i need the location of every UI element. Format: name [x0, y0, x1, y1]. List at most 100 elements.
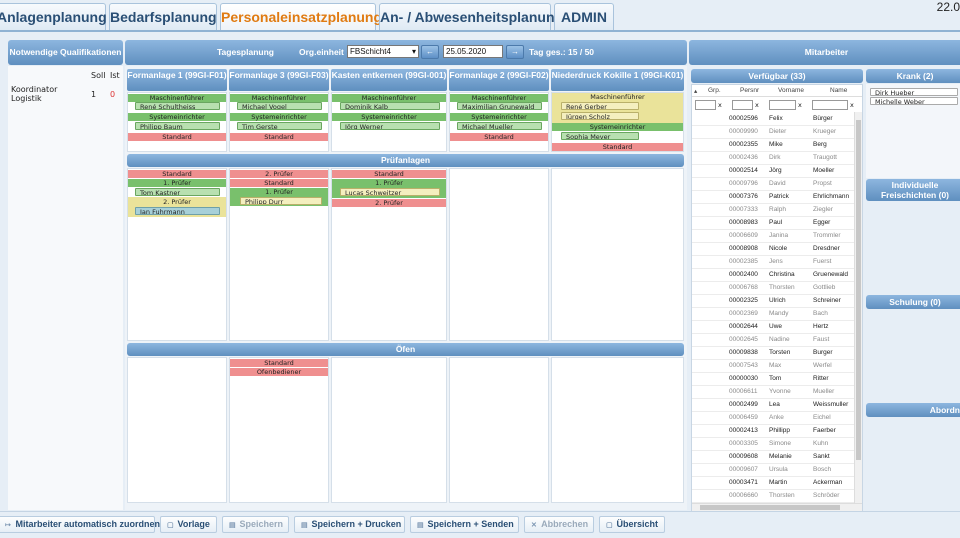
role-bar[interactable]: 1. Prüfer	[230, 188, 328, 196]
role-bar[interactable]: 2. Prüfer	[128, 198, 226, 206]
table-row[interactable]: 00006611 Yvonne Mueller	[692, 385, 854, 399]
role-bar[interactable]: Maschinenführer	[230, 94, 328, 102]
scrollbar-thumb[interactable]	[856, 120, 861, 460]
scrollbar-thumb[interactable]	[700, 505, 840, 510]
next-day-button[interactable]: →	[506, 45, 524, 59]
role-bar[interactable]: Systemeinrichter	[552, 123, 683, 131]
table-row[interactable]: 00009838 Torsten Burger	[692, 346, 854, 360]
table-row[interactable]: 00007543 Max Werfel	[692, 359, 854, 373]
employee-chip[interactable]: Maximilian Grunewald	[457, 102, 542, 110]
employee-chip[interactable]: Tim Gerste	[237, 122, 322, 130]
save-print-button[interactable]: ▤ Speichern + Drucken	[294, 516, 405, 533]
role-bar[interactable]: Standard	[552, 143, 683, 151]
filter-grp-input[interactable]	[695, 100, 716, 110]
employee-chip[interactable]: Michael Mueller	[457, 122, 542, 130]
sort-icon[interactable]: ▴	[694, 87, 697, 95]
role-bar[interactable]: 2. Prüfer	[230, 170, 328, 178]
table-row[interactable]: 00002596 Felix Bürger	[692, 112, 854, 126]
table-row[interactable]: 00002514 Jörg Moeller	[692, 164, 854, 178]
tab-anlagenplanung[interactable]: Anlagenplanung	[0, 3, 107, 30]
horizontal-scrollbar[interactable]	[692, 503, 862, 511]
table-row[interactable]: 00006768 Thorsten Gottlieb	[692, 281, 854, 295]
role-bar[interactable]: Standard	[128, 133, 226, 141]
vertical-scrollbar[interactable]	[854, 112, 862, 503]
employee-chip[interactable]: Jürgen Scholz	[561, 112, 639, 120]
filter-clear-icon[interactable]: x	[798, 101, 802, 109]
employee-chip[interactable]: René Schultheiss	[135, 102, 220, 110]
cancel-button[interactable]: ✕ Abbrechen	[524, 516, 594, 533]
tab-personaleinsatzplanung[interactable]: Personaleinsatzplanung	[220, 3, 382, 30]
table-row[interactable]: 00002385 Jens Fuerst	[692, 255, 854, 269]
table-row[interactable]: 00002499 Lea Weissmuller	[692, 398, 854, 412]
table-row[interactable]: 00007333 Ralph Ziegler	[692, 203, 854, 217]
employee-chip[interactable]: Michael Vogel	[237, 102, 322, 110]
overview-button[interactable]: ▢ Übersicht	[599, 516, 665, 533]
vorlage-button[interactable]: ▢ Vorlage	[160, 516, 217, 533]
table-row[interactable]: 00009990 Dieter Krueger	[692, 125, 854, 139]
role-bar[interactable]: 1. Prüfer	[128, 179, 226, 187]
employee-chip[interactable]: Tom Kastner	[135, 188, 220, 196]
table-row[interactable]: 00006459 Anke Eichel	[692, 411, 854, 425]
role-bar[interactable]: Standard	[450, 133, 548, 141]
tab-bedarfsplanung[interactable]: Bedarfsplanung	[109, 3, 217, 30]
table-row[interactable]: 00009607 Ursula Bosch	[692, 463, 854, 477]
table-row[interactable]: 00003471 Martin Ackerman	[692, 476, 854, 490]
employee-chip[interactable]: Dirk Hueber	[870, 88, 958, 96]
table-row[interactable]: 00009608 Melanie Sankt	[692, 450, 854, 464]
filter-clear-icon[interactable]: x	[850, 101, 854, 109]
role-bar[interactable]: Maschinenführer	[450, 94, 548, 102]
save-send-button[interactable]: ▤ Speichern + Senden	[410, 516, 519, 533]
table-row[interactable]: 00008983 Paul Egger	[692, 216, 854, 230]
col-persnr[interactable]: Persnr	[740, 87, 759, 94]
role-bar[interactable]: Standard	[230, 133, 328, 141]
filter-clear-icon[interactable]: x	[755, 101, 759, 109]
table-row[interactable]: 00002413 Phillipp Faerber	[692, 424, 854, 438]
role-bar[interactable]: Maschinenführer	[128, 94, 226, 102]
filter-vorname-input[interactable]	[769, 100, 796, 110]
table-row[interactable]: 00008908 Nicole Dresdner	[692, 242, 854, 256]
role-bar[interactable]: Standard	[230, 359, 328, 367]
employee-chip[interactable]: René Gerber	[561, 102, 639, 110]
tab-abwesenheitsplanung[interactable]: An- / Abwesenheitsplanung	[379, 3, 563, 30]
org-select[interactable]: FBSchicht4 ▾	[347, 45, 419, 58]
table-row[interactable]: 00003305 Simone Kuhn	[692, 437, 854, 451]
table-row[interactable]: 00006660 Thorsten Schröder	[692, 489, 854, 503]
role-bar[interactable]: Standard	[230, 179, 328, 187]
table-row[interactable]: 00002644 Uwe Hertz	[692, 320, 854, 334]
filter-name-input[interactable]	[812, 100, 848, 110]
col-vorname[interactable]: Vorname	[778, 87, 804, 94]
role-bar[interactable]: Standard	[332, 170, 446, 178]
table-row[interactable]: 00000030 Tom Ritter	[692, 372, 854, 386]
table-row[interactable]: 00002436 Dirk Traugott	[692, 151, 854, 165]
role-bar[interactable]: Systemeinrichter	[230, 113, 328, 121]
date-input[interactable]: 25.05.2020	[443, 45, 503, 58]
employee-chip[interactable]: Jörg Werner	[340, 122, 440, 130]
table-row[interactable]: 00002400 Christina Gruenewald	[692, 268, 854, 282]
role-bar[interactable]: Maschinenführer	[332, 94, 446, 102]
role-bar[interactable]: Systemeinrichter	[128, 113, 226, 121]
table-row[interactable]: 00002325 Ulrich Schreiner	[692, 294, 854, 308]
table-row[interactable]: 00002369 Mandy Bach	[692, 307, 854, 321]
table-row[interactable]: 00009796 David Propst	[692, 177, 854, 191]
employee-chip[interactable]: Dominik Kalb	[340, 102, 440, 110]
employee-chip[interactable]: Sophia Meyer	[561, 132, 639, 140]
auto-assign-button[interactable]: ↦ Mitarbeiter automatisch zuordnen	[0, 516, 160, 533]
employee-chip[interactable]: Philipp Baum	[135, 122, 220, 130]
table-row[interactable]: 00006609 Janina Trommler	[692, 229, 854, 243]
role-bar[interactable]: 1. Prüfer	[332, 179, 446, 187]
role-bar[interactable]: Standard	[128, 170, 226, 178]
employee-chip[interactable]: Jan Fuhrmann	[135, 207, 220, 215]
employee-chip[interactable]: Philipp Durr	[240, 197, 322, 205]
employee-chip[interactable]: Michelle Weber	[870, 97, 958, 105]
role-bar[interactable]: Maschinenführer	[552, 93, 683, 101]
save-button[interactable]: ▤ Speichern	[222, 516, 289, 533]
table-row[interactable]: 00002355 Mike Berg	[692, 138, 854, 152]
role-bar[interactable]: Ofenbediener	[230, 368, 328, 376]
role-bar[interactable]: Systemeinrichter	[332, 113, 446, 121]
table-row[interactable]: 00002645 Nadine Faust	[692, 333, 854, 347]
filter-clear-icon[interactable]: x	[718, 101, 722, 109]
tab-admin[interactable]: ADMIN	[554, 3, 614, 30]
col-name[interactable]: Name	[830, 87, 847, 94]
table-row[interactable]: 00007376 Patrick Ehrlichmann	[692, 190, 854, 204]
col-grp[interactable]: Grp.	[708, 87, 721, 94]
